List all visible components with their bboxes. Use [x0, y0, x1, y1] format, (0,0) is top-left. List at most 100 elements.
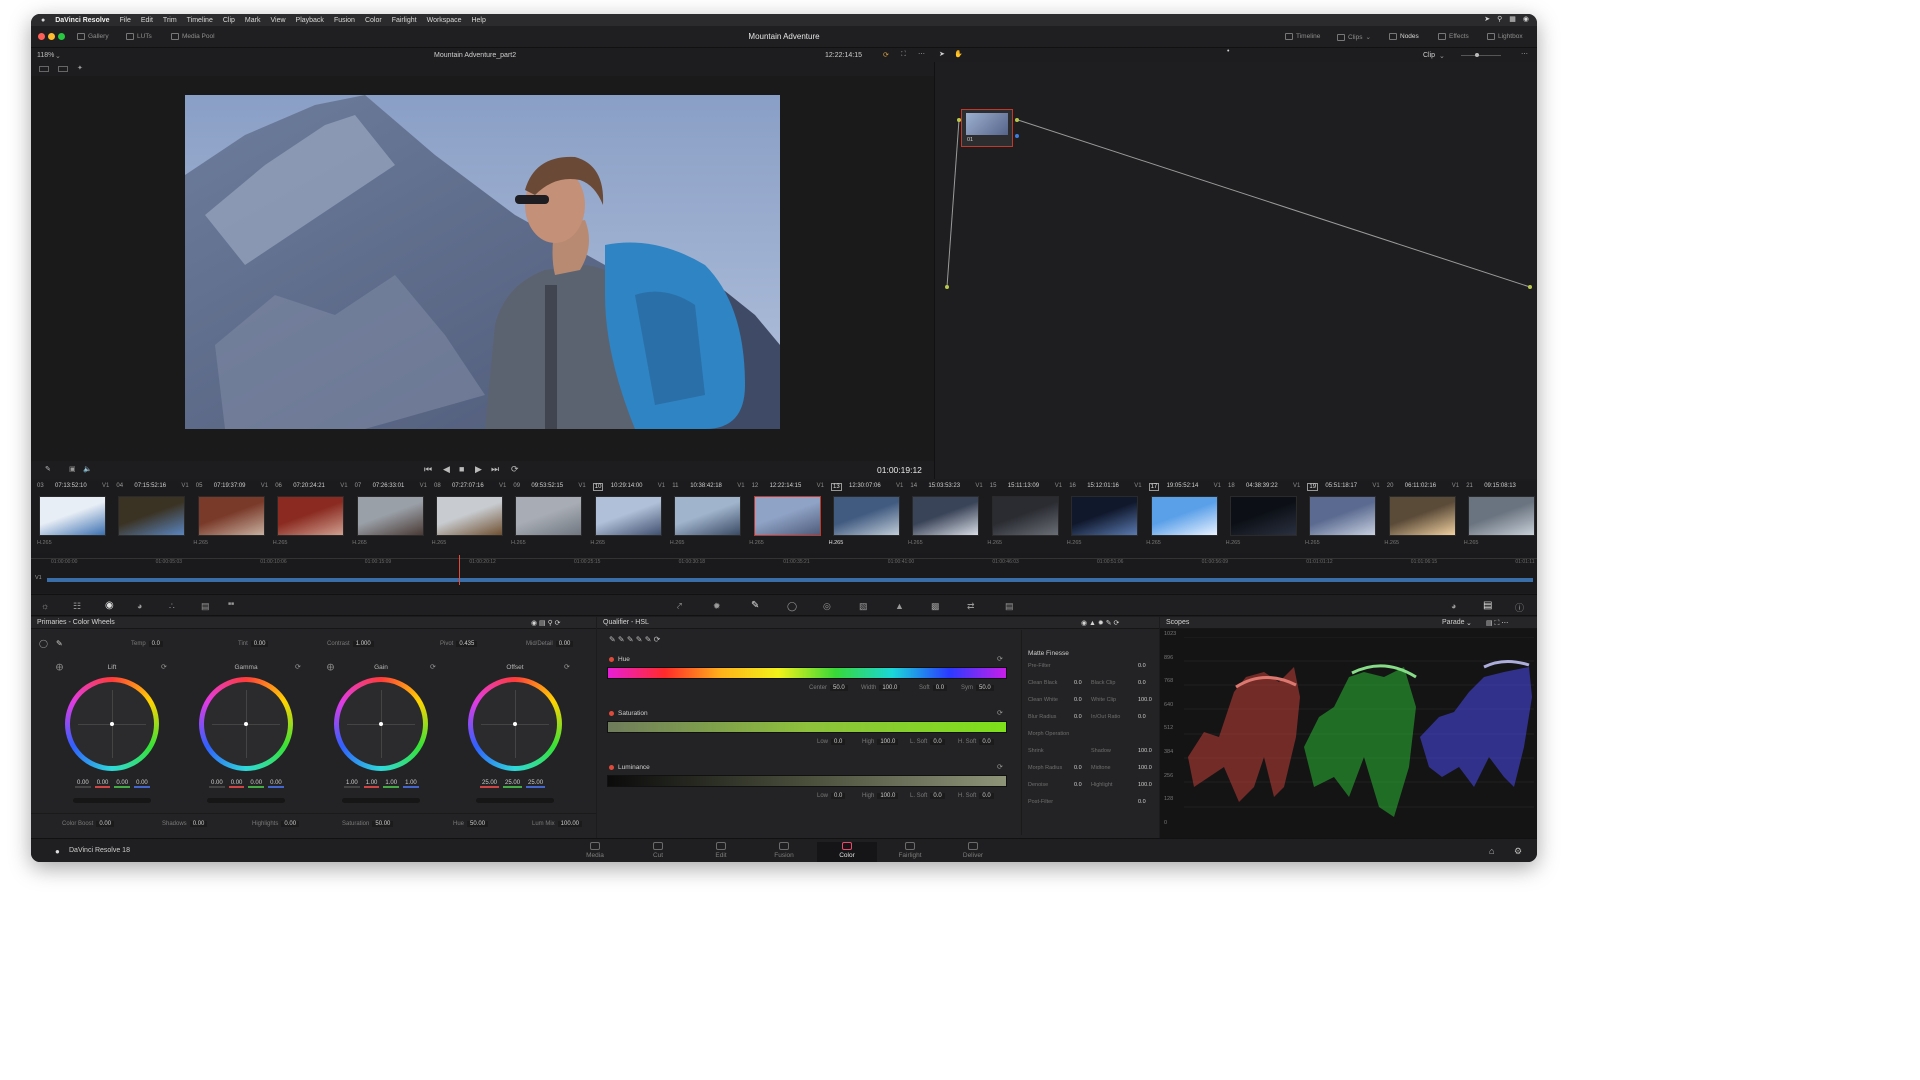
menu-timeline[interactable]: Timeline [187, 17, 213, 24]
picker-icon[interactable]: ✎ [56, 639, 63, 648]
volume-icon[interactable]: 🔈 [83, 465, 92, 473]
menu-clip[interactable]: Clip [223, 17, 235, 24]
matte-param-value[interactable]: 100.0 [1138, 765, 1152, 771]
chevron-down-icon[interactable]: ⌄ [1466, 619, 1472, 627]
saturation-param[interactable]: Saturation 50.00 [342, 821, 394, 827]
audio-icon[interactable]: ◕ [1451, 601, 1456, 611]
lift-master-slider[interactable] [73, 798, 151, 803]
clip-thumbnail[interactable] [436, 496, 503, 536]
node-input[interactable] [957, 118, 961, 122]
nav-cut[interactable]: Cut [628, 842, 688, 859]
matte-param-value[interactable]: 100.0 [1138, 697, 1152, 703]
color-boost-param[interactable]: Color Boost 0.00 [62, 821, 115, 827]
luminance-bar[interactable] [607, 775, 1007, 787]
reverse-icon[interactable]: ◀ [443, 464, 450, 475]
lift-values[interactable]: 0.00 0.00 0.00 0.00 [75, 780, 150, 788]
clip-thumbnail[interactable] [39, 496, 106, 536]
rgb-mixer-icon[interactable]: ∴ [169, 601, 175, 612]
hue-param[interactable]: Hue 50.00 [453, 821, 489, 827]
search-icon[interactable]: ⚲ [1497, 15, 1502, 23]
node-key-output[interactable] [1015, 134, 1019, 138]
hdr-wheels-icon[interactable]: ◕ [137, 601, 142, 611]
clip-mode-dropdown[interactable]: Clip [1423, 52, 1435, 59]
timeline-playhead[interactable] [458, 555, 460, 585]
pivot-param[interactable]: Pivot 0.435 [440, 641, 478, 647]
color-wheels-icon[interactable]: ◉ [105, 600, 114, 611]
nav-media[interactable]: Media [565, 842, 625, 859]
keyframe-icon[interactable]: ■■ [228, 601, 234, 607]
clip-thumbnail[interactable] [277, 496, 345, 536]
offset-values[interactable]: 25.00 25.00 25.00 [480, 780, 546, 788]
loop-icon[interactable]: ⟳ [883, 51, 889, 59]
key-icon[interactable]: ▩ [931, 601, 940, 612]
play-icon[interactable]: ▶ [475, 464, 482, 475]
matte-param-value[interactable]: 0.0 [1138, 680, 1146, 686]
primaries-mode-icon[interactable]: ◉ ▤ ⚲ ⟳ [531, 619, 561, 627]
menu-color[interactable]: Color [365, 17, 382, 24]
sat-lsoft-param[interactable]: L. Soft 0.0 [910, 739, 945, 745]
menu-trim[interactable]: Trim [163, 17, 177, 24]
nav-deliver[interactable]: Deliver [943, 842, 1003, 859]
offset-wheel[interactable] [468, 677, 562, 771]
clip-thumbnail[interactable] [1388, 496, 1456, 536]
menu-app-name[interactable]: DaVinci Resolve [55, 17, 109, 24]
curves-icon[interactable]: ⤤ [677, 601, 682, 612]
matte-param-value[interactable]: 0.0 [1074, 765, 1082, 771]
settings-icon[interactable]: ⚙ [1514, 846, 1522, 857]
node-zoom-slider[interactable] [1461, 55, 1501, 56]
reset-icon[interactable]: ⟳ [997, 709, 1003, 717]
jump-end-icon[interactable]: ⏭ [491, 464, 499, 475]
clips-button[interactable]: Clips ⌄ [1337, 33, 1371, 41]
magic-mask-icon[interactable]: ▧ [859, 601, 868, 612]
user-icon[interactable]: ◉ [1523, 15, 1529, 23]
stop-icon[interactable]: ■ [459, 464, 464, 474]
effects-button[interactable]: Effects [1438, 33, 1469, 40]
clip-thumbnail[interactable] [833, 496, 900, 536]
matte-param-value[interactable]: 100.0 [1138, 748, 1152, 754]
gamma-values[interactable]: 0.00 0.00 0.00 0.00 [209, 780, 284, 788]
contrast-param[interactable]: Contrast 1.000 [327, 641, 374, 647]
clip-thumbnail[interactable] [594, 496, 662, 536]
qualifier-icon[interactable]: ✎ [751, 600, 759, 611]
clip-thumbnail[interactable] [1150, 496, 1218, 536]
chevron-down-icon[interactable]: ⌄ [1439, 52, 1445, 60]
zoom-level[interactable]: 118% [37, 52, 54, 59]
nav-color[interactable]: Color [817, 842, 877, 862]
grab-still-icon[interactable]: ▣ [69, 465, 76, 473]
color-warper-icon[interactable]: ✹ [713, 601, 721, 612]
gamma-master-slider[interactable] [207, 798, 285, 803]
matte-finesse-controls[interactable]: Pre-Filter 0.0 Clean Black 0.0 Black Clip 0.0… [1028, 663, 1154, 823]
matte-param-value[interactable]: 0.0 [1138, 799, 1146, 805]
timeline-track-v1[interactable] [47, 578, 1533, 582]
crosshair-icon[interactable]: ⨁ [327, 663, 334, 671]
clip-thumbnail[interactable] [753, 496, 821, 536]
menu-file[interactable]: File [120, 17, 131, 24]
home-icon[interactable]: ⌂ [1489, 846, 1494, 856]
matte-param-value[interactable]: 0.0 [1138, 663, 1146, 669]
mini-timeline[interactable]: 01:00:00:00 01:00:05:03 01:00:10:06 01:00:1… [31, 553, 1537, 593]
hue-soft-param[interactable]: Soft 0.0 [919, 685, 948, 691]
sat-low-param[interactable]: Low 0.0 [817, 739, 846, 745]
nav-fairlight[interactable]: Fairlight [880, 842, 940, 859]
chevron-down-icon[interactable]: ⌄ [55, 52, 61, 60]
menu-workspace[interactable]: Workspace [427, 17, 462, 24]
clip-thumbnail[interactable] [1230, 496, 1297, 536]
reset-icon[interactable]: ⟳ [997, 655, 1003, 663]
reset-icon[interactable]: ⟳ [430, 663, 436, 671]
hue-bar[interactable] [607, 667, 1007, 679]
more-options-icon[interactable]: ⋯ [1521, 50, 1528, 58]
node-editor[interactable]: 01 [934, 62, 1537, 479]
eyedropper-icon[interactable]: ✎ [45, 465, 51, 473]
lift-wheel[interactable] [65, 677, 159, 771]
offset-master-slider[interactable] [476, 798, 554, 803]
clip-thumbnail[interactable] [991, 496, 1059, 536]
gain-master-slider[interactable] [342, 798, 420, 803]
clip-thumbnail[interactable] [674, 496, 742, 536]
clip-thumbnail[interactable] [1468, 496, 1536, 536]
clip-thumbnail[interactable] [912, 496, 980, 536]
gain-wheel[interactable] [334, 677, 428, 771]
matte-param-value[interactable]: 0.0 [1074, 680, 1082, 686]
hand-icon[interactable]: ✋ [954, 50, 963, 58]
saturation-bar[interactable] [607, 721, 1007, 733]
sat-high-param[interactable]: High 100.0 [862, 739, 899, 745]
